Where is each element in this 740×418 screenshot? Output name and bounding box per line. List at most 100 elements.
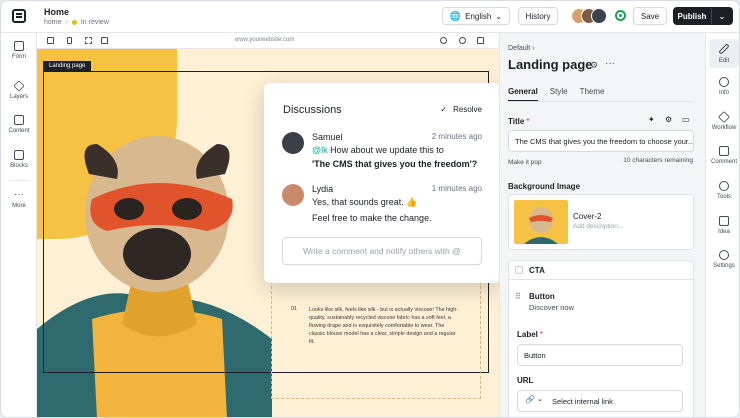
status-dot-icon <box>71 20 77 25</box>
rail-item-comment[interactable]: Comment <box>706 146 739 165</box>
publish-button[interactable]: Publish <box>673 7 711 25</box>
tab-style[interactable]: Style <box>550 87 568 102</box>
comment-time: 1 minutes ago <box>431 184 482 193</box>
chevron-down-icon: ⌄ <box>495 11 503 21</box>
drag-handle-icon[interactable]: ⠿ <box>515 292 521 301</box>
rail-item-workflow[interactable]: Workflow <box>706 110 739 131</box>
button-settings: ⠿ Button Discover now Label * Button URL … <box>508 280 694 417</box>
background-thumbnail <box>514 200 568 244</box>
panel-title: Landing page <box>508 57 593 72</box>
card-text: Looks like silk, feels like silk - but i… <box>309 307 459 345</box>
rail-item-settings[interactable]: Settings <box>706 250 739 269</box>
rail-label: Workflow <box>711 125 737 131</box>
language-value: English <box>465 11 492 21</box>
rail-item-info[interactable]: Info <box>706 77 739 96</box>
thumbnail-image <box>524 207 558 244</box>
status-badge: In review <box>80 19 109 26</box>
rail-item-form[interactable]: Form <box>1 41 37 60</box>
rail-item-tools[interactable]: Tools <box>706 181 739 200</box>
sidebar-toggle-icon[interactable] <box>477 37 484 44</box>
gear-icon[interactable]: ⚙ <box>590 60 598 71</box>
online-status-icon <box>615 10 626 21</box>
cta-checkbox[interactable] <box>515 266 523 274</box>
panel-tabs: General Style Theme <box>508 87 605 102</box>
comment-line: Feel free to make the change. <box>312 213 432 223</box>
rail-item-more[interactable]: ··· More <box>1 189 37 210</box>
comment-item: Samuel 2 minutes ago @lk How about we up… <box>282 132 482 172</box>
rail-label: Layers <box>9 94 28 100</box>
page-title: Home <box>44 7 70 17</box>
more-icon: ··· <box>14 189 24 200</box>
rail-divider <box>9 180 29 181</box>
title-input[interactable]: The CMS that gives you the freedom to ch… <box>508 130 694 152</box>
rail-item-layers[interactable]: Layers <box>1 80 37 100</box>
magic-wand-icon[interactable]: ✦ <box>648 115 655 124</box>
breadcrumb-home[interactable]: home <box>44 19 62 26</box>
url-field-label: URL <box>517 376 534 385</box>
background-description[interactable]: Add description... <box>573 223 623 230</box>
gear-icon[interactable] <box>459 37 466 44</box>
mention-tag[interactable]: @lk <box>312 145 328 155</box>
more-icon[interactable]: ··· <box>605 58 615 69</box>
refresh-icon[interactable] <box>440 37 447 44</box>
comment-author: Lydia <box>312 184 334 194</box>
char-counter: 10 characters remaining <box>623 157 693 164</box>
title-field-label: Title * <box>508 117 530 126</box>
avatar[interactable] <box>591 8 607 24</box>
rail-item-blocks[interactable]: Blocks <box>1 150 37 169</box>
panel-breadcrumb[interactable]: Default › <box>508 45 534 52</box>
url-bar[interactable]: www.yourwebsite.com <box>235 37 294 43</box>
avatar[interactable] <box>282 132 304 154</box>
rail-label: More <box>12 203 26 209</box>
rail-item-content[interactable]: Content <box>1 115 37 134</box>
rail-item-idea[interactable]: Idea <box>706 216 739 235</box>
rail-label: Settings <box>713 263 735 269</box>
cta-section[interactable]: CTA <box>508 260 694 280</box>
external-link-icon[interactable] <box>101 37 108 44</box>
history-button[interactable]: History <box>518 7 558 25</box>
background-image-card[interactable]: Cover-2 Add description... <box>508 194 694 250</box>
properties-panel: Default › Landing page ⚙ ··· General Sty… <box>499 33 705 417</box>
logo-icon[interactable] <box>12 9 26 23</box>
publish-options-button[interactable]: ⌄ <box>711 7 733 25</box>
chevron-down-icon[interactable]: ⌄ <box>537 395 543 403</box>
discussions-title: Discussions <box>283 104 342 116</box>
resolve-button[interactable]: ✓ Resolve <box>440 105 482 114</box>
comment-icon[interactable]: ▭ <box>682 115 690 124</box>
tab-general[interactable]: General <box>508 87 538 102</box>
tab-theme[interactable]: Theme <box>580 87 605 102</box>
gear-icon[interactable]: ⚙ <box>665 115 672 124</box>
discussions-popup: Discussions ✓ Resolve Samuel 2 minutes a… <box>264 83 500 283</box>
edit-icon <box>718 43 730 55</box>
language-select[interactable]: 🌐 English ⌄ <box>442 7 510 25</box>
make-it-pop-link[interactable]: Make it pop <box>508 159 542 166</box>
cta-label: CTA <box>529 265 545 275</box>
layers-icon <box>13 80 25 92</box>
button-subtitle: Discover now <box>529 303 575 312</box>
fullscreen-icon[interactable] <box>85 37 92 44</box>
mobile-view-icon[interactable] <box>67 37 72 44</box>
background-image-label: Background Image <box>508 182 581 191</box>
comment-input[interactable]: Write a comment and notify others with @ <box>282 237 482 265</box>
tabs-divider <box>508 101 694 102</box>
label-input[interactable]: Button <box>517 344 683 366</box>
button-title: Button <box>529 292 555 301</box>
form-icon <box>14 41 24 51</box>
page-title-block: Home home › In review <box>44 7 109 26</box>
globe-icon: 🌐 <box>449 10 462 21</box>
resolve-label: Resolve <box>453 105 482 114</box>
link-icon: 🔗 <box>525 395 535 404</box>
rail-label: Edit <box>718 58 730 64</box>
save-button[interactable]: Save <box>633 7 667 25</box>
rail-item-edit[interactable]: Edit <box>709 39 739 68</box>
info-icon <box>719 77 729 87</box>
tools-icon <box>719 181 729 191</box>
label-field-label: Label * <box>517 330 544 339</box>
blocks-icon <box>14 150 24 160</box>
desktop-view-icon[interactable] <box>47 37 54 44</box>
avatar[interactable] <box>282 184 304 206</box>
content-icon <box>14 115 24 125</box>
chevron-right-icon: › <box>532 45 535 52</box>
comment-icon <box>719 146 729 156</box>
comment-line: 'The CMS that gives you the freedom'? <box>312 159 478 169</box>
